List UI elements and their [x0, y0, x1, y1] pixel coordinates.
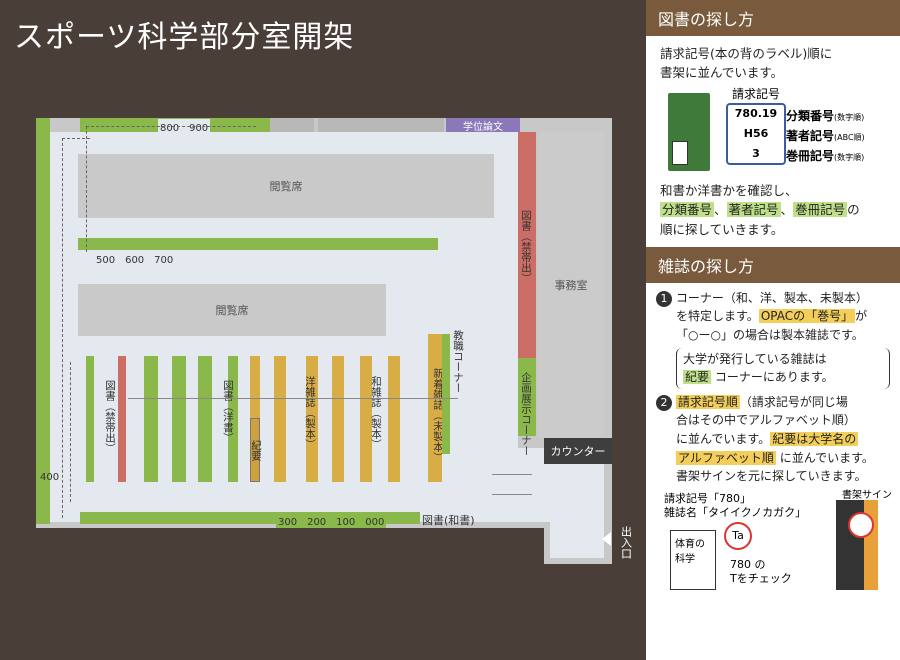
label-row2-code: H56	[743, 126, 769, 140]
row1-label: 分類番号	[786, 108, 835, 123]
label-kiyo: 紀要	[250, 440, 263, 461]
reading-seat-area-2: 閲覧席	[78, 284, 386, 336]
floor-plan: 学位論文 800 900 400 300 200 100 000 図書(和書) …	[36, 118, 633, 564]
step1-num: 1	[656, 290, 672, 307]
label-row1-code: 780.19	[734, 106, 778, 120]
shelf-v-red	[118, 356, 126, 482]
example-illustration: 請求記号「780」 雑誌名「タイイクノカガク」 体育の科学 Ta 780 の T…	[646, 490, 900, 594]
books-header: 図書の探し方	[646, 0, 900, 36]
kw-vol: 巻冊記号	[793, 202, 848, 218]
s2-a: （請求記号が同じ場	[739, 394, 848, 409]
s1-d: 「○ー○」の場合は製本雑誌です。	[676, 328, 864, 343]
books-body-3: 順に探していきます。	[660, 221, 784, 237]
s2-kw: 請求記号順	[675, 394, 740, 409]
shelf-v	[144, 356, 158, 482]
magazine-cover: 体育の科学	[670, 529, 716, 590]
guide-panel: 図書の探し方 請求記号(本の背のラベル)順に 書架に並んでいます。 請求記号 7…	[646, 0, 900, 660]
row3-label: 巻冊記号	[786, 148, 835, 163]
books-body-2-tail: の	[847, 202, 860, 218]
sign-label: 書架サイン	[842, 489, 892, 501]
shelf-num-bottom: 300 200 100 000	[276, 513, 387, 528]
shelf-num-left: 400	[40, 472, 60, 483]
row1-note: (数字順)	[834, 112, 865, 122]
label-faculty: 教職コーナー	[452, 330, 465, 393]
route-arrow	[128, 398, 458, 399]
label-western-books: 図書（洋書）	[222, 380, 235, 443]
s2-d: に並んでいます。	[779, 450, 874, 465]
sign-circle-icon	[848, 511, 874, 538]
label-row3-code: 3	[752, 146, 760, 160]
wall-segment	[270, 118, 314, 132]
shelf-v-yellow	[388, 356, 400, 482]
page-title: スポーツ科学部分室開架	[14, 20, 355, 55]
route-line	[70, 362, 71, 502]
s2-c: に並んでいます。	[676, 432, 771, 447]
s1-a: コーナー（和、洋、製本、未製本）	[675, 290, 868, 305]
floor-entrance	[550, 522, 604, 558]
row2-note: (ABC順)	[834, 132, 865, 142]
label-western-mag: 洋雑誌（製本）	[304, 376, 317, 450]
spine-label-icon	[672, 140, 688, 165]
kw-class: 分類番号	[660, 202, 715, 218]
exit-arrow	[492, 494, 532, 495]
books-body-1: 和書か洋書かを確認し、	[660, 182, 798, 198]
s2-b: 合はその中でアルファベット順）	[676, 413, 856, 428]
ta-circle: Ta	[724, 521, 752, 550]
mags-header: 雑誌の探し方	[646, 246, 900, 283]
note-b: コーナーにあります。	[714, 370, 834, 385]
s2-kw3: アルファベット順	[676, 450, 776, 465]
s1-c: が	[855, 309, 868, 324]
sep: 、	[780, 202, 794, 218]
wall-segment	[318, 118, 444, 132]
shelf-v	[86, 356, 94, 482]
shelf-faculty	[442, 334, 450, 454]
note-kw: 紀要	[683, 370, 712, 385]
label-exhibit: 企画展示コーナー	[520, 372, 533, 456]
note-a: 大学が発行している雑誌は	[683, 351, 827, 366]
shelf-middle	[78, 238, 438, 250]
row3-note: (数字順)	[834, 152, 865, 162]
sep: 、	[714, 202, 727, 218]
label-title: 請求記号	[732, 86, 781, 101]
shelf-v	[198, 356, 212, 482]
ex-line2: 雑誌名「タイイクノカガク」	[664, 505, 807, 519]
s2-kw2: 紀要は大学名の	[770, 432, 859, 447]
label-diagram: 請求記号 780.19 H56 3 分類番号(数字順) 著者記号(ABC順) 巻…	[646, 85, 900, 177]
label-restricted-left: 図書（禁帯出）	[104, 380, 117, 454]
kw-author: 著者記号	[726, 202, 781, 218]
books-intro-1: 請求記号(本の背のラベル)順に	[660, 46, 833, 61]
s1-b: を特定します。	[676, 309, 759, 324]
route-line	[62, 138, 63, 518]
shelf-v	[172, 356, 186, 482]
row2-label: 著者記号	[786, 128, 835, 143]
step2-num: 2	[656, 394, 672, 411]
s1-kw: OPACの「巻号」	[758, 309, 856, 324]
reading-seat-area-1: 閲覧席	[78, 154, 494, 218]
note-box: 大学が発行している雑誌は 紀要 コーナーにあります。	[676, 347, 890, 389]
counter-desk: カウンター	[544, 438, 612, 464]
label-restricted-right: 図書（禁帯出）	[520, 210, 533, 284]
shelf-left-wall	[36, 118, 50, 524]
exit-label: 出入口	[619, 526, 633, 559]
exit-arrow-icon	[602, 532, 611, 546]
office-room: 事務室	[538, 132, 604, 438]
shelf-v-yellow	[274, 356, 286, 482]
books-ja-label: 図書(和書)	[422, 514, 475, 527]
shelf-num-middle: 500 600 700	[94, 251, 176, 266]
check-2: Tをチェック	[730, 571, 792, 585]
route-line	[86, 126, 87, 252]
shelf-v-yellow	[332, 356, 344, 482]
label-ja-mag: 和雑誌（製本）	[370, 376, 383, 450]
s2-e: 書架サインを元に探していきます。	[676, 469, 867, 484]
books-intro-2: 書架に並んでいます。	[660, 65, 784, 81]
entry-arrow	[492, 474, 532, 475]
route-line	[86, 126, 256, 127]
thesis-corner: 学位論文	[446, 118, 520, 133]
